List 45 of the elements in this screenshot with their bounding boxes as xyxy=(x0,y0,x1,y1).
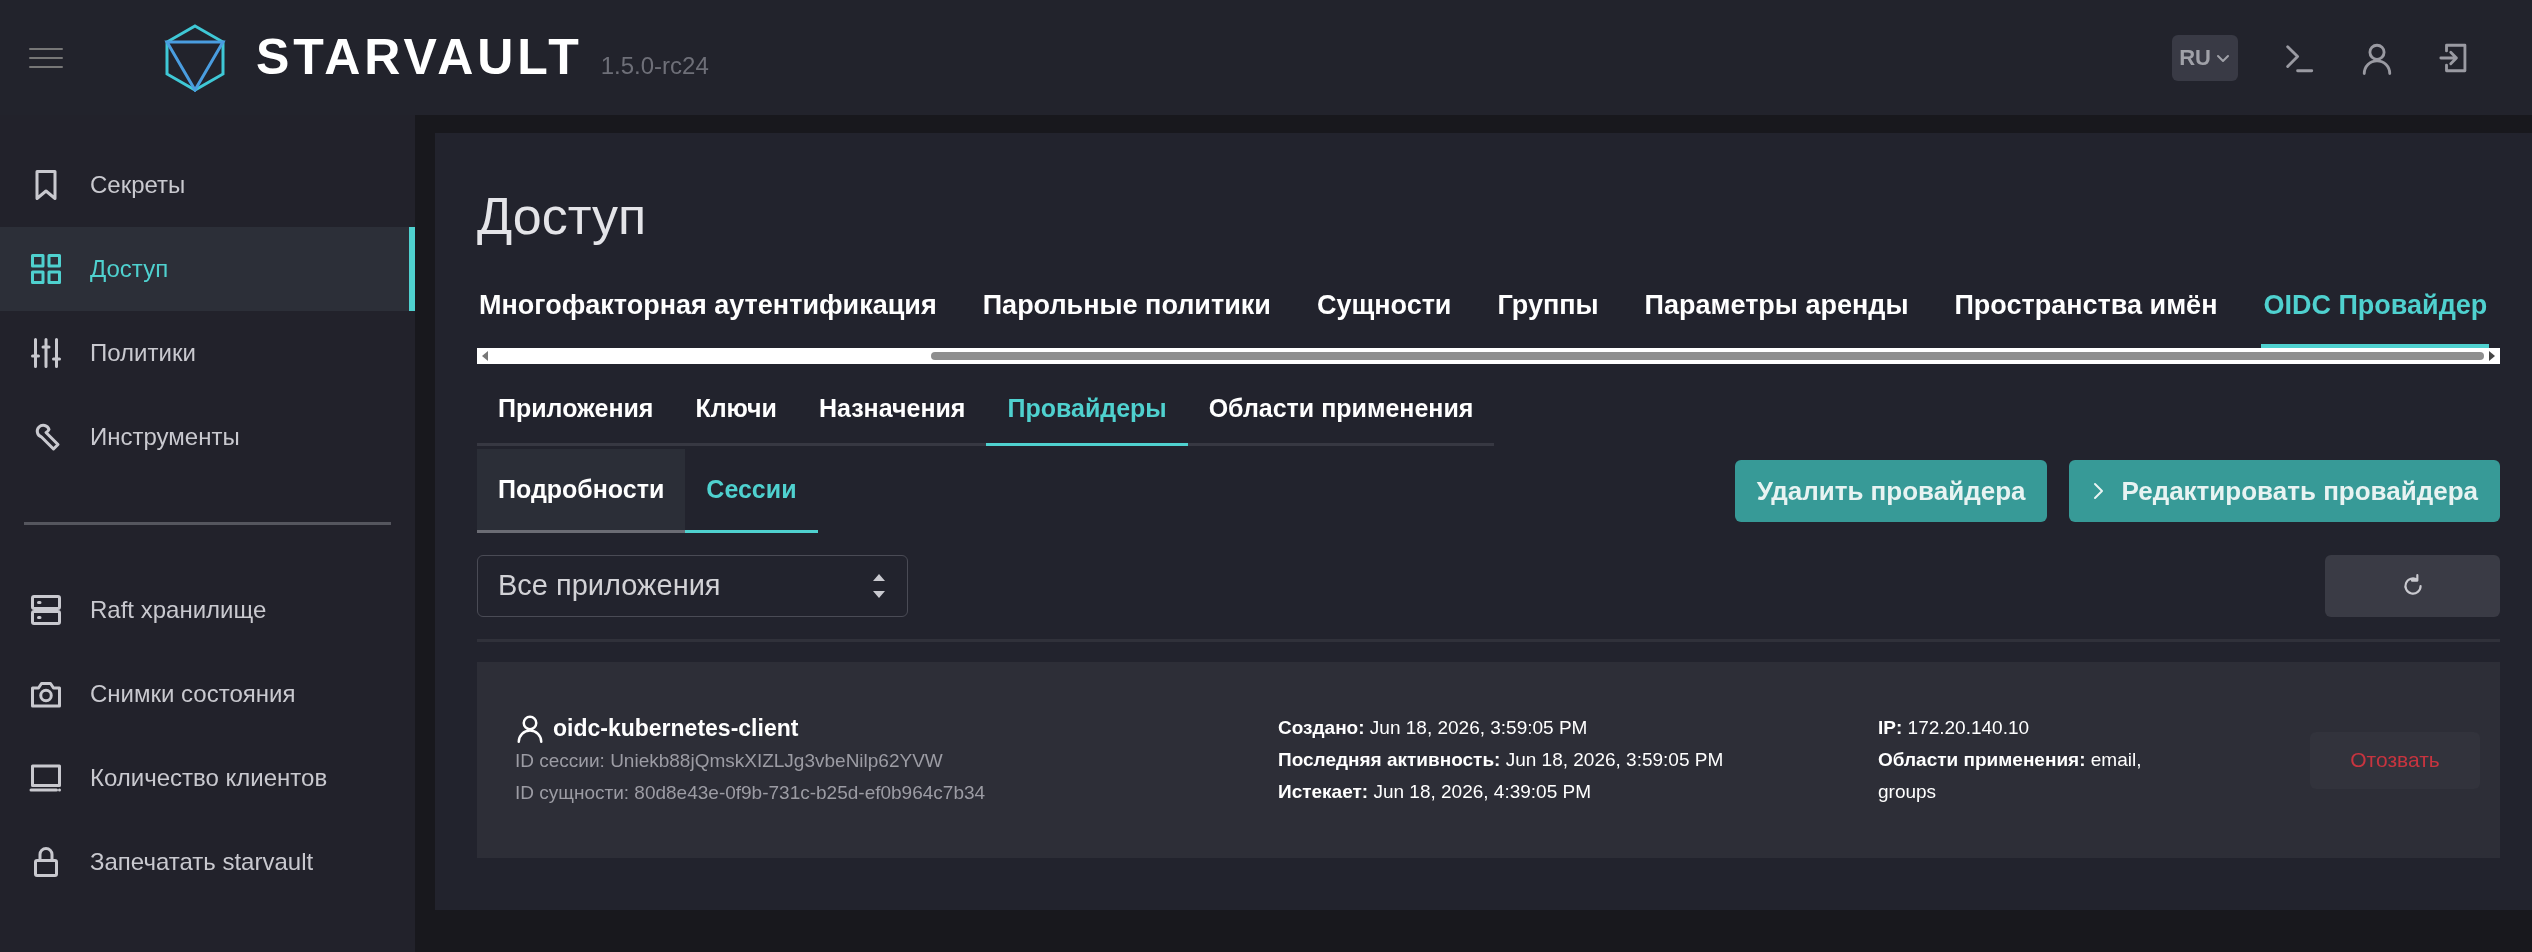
brand-name: STARVAULT xyxy=(256,28,583,87)
session-time: Последняя активность: Jun 18, 2026, 3:59:05 PM xyxy=(1278,748,1725,772)
session-detail: IP: 172.20.140.10 xyxy=(1878,716,2031,740)
sliders-icon xyxy=(28,335,64,371)
language-selector[interactable]: RU xyxy=(2172,34,2238,81)
logo-icon xyxy=(164,23,226,92)
subtab[interactable]: Области применения xyxy=(1187,389,1495,446)
user-icon xyxy=(515,713,545,743)
subtab[interactable]: Ключи xyxy=(674,389,798,446)
sidebar-item[interactable]: Политики xyxy=(0,311,415,395)
page-title: Доступ xyxy=(477,186,648,247)
scroll-right-icon[interactable] xyxy=(2488,350,2496,361)
server-icon xyxy=(28,592,64,628)
sidebar-item[interactable]: Raft хранилище xyxy=(0,568,415,652)
view-tab[interactable]: Подробности xyxy=(477,449,686,533)
client-name: oidc-kubernetes-client xyxy=(553,713,799,743)
tab[interactable]: Многофакторная аутентификация xyxy=(477,285,939,348)
tab[interactable]: Пространства имён xyxy=(1952,285,2220,348)
tab[interactable]: Параметры аренды xyxy=(1642,285,1911,348)
chevron-right-icon xyxy=(2091,481,2106,501)
sidebar-item[interactable]: Количество клиентов xyxy=(0,736,415,820)
tab[interactable]: Сущности xyxy=(1314,285,1454,348)
sidebar-item[interactable]: Инструменты xyxy=(0,395,415,479)
grid-icon xyxy=(28,251,64,287)
tab[interactable]: Парольные политики xyxy=(980,285,1273,348)
application-select[interactable]: Все приложения xyxy=(477,555,908,617)
menu-icon[interactable] xyxy=(28,45,64,70)
tab[interactable]: Группы xyxy=(1495,285,1601,348)
view-tab[interactable]: Сессии xyxy=(685,449,818,533)
subtab[interactable]: Назначения xyxy=(797,389,987,446)
subtab[interactable]: Приложения xyxy=(477,389,675,446)
subtab[interactable]: Провайдеры xyxy=(986,389,1188,446)
version-label: 1.5.0-rc24 xyxy=(600,50,709,81)
scroll-left-icon[interactable] xyxy=(481,350,489,361)
scrollbar-thumb[interactable] xyxy=(931,351,2484,360)
sidebar-item[interactable]: Секреты xyxy=(0,143,415,227)
session-id: ID сессии: Uniekb88jQmskXIZLJg3vbeNilp62YVW xyxy=(515,749,944,774)
sidebar-item[interactable]: Запечатать starvault xyxy=(0,820,415,904)
session-time: Истекает: Jun 18, 2026, 4:39:05 PM xyxy=(1278,780,1592,804)
entity-id: ID сущности: 80d8e43e-0f9b-731c-b25d-ef0b964c7b34 xyxy=(515,781,987,806)
sidebar-item[interactable]: Снимки состояния xyxy=(0,652,415,736)
sidebar-item[interactable]: Доступ xyxy=(0,227,415,311)
session-detail: Области применения: email, groups xyxy=(1878,748,2143,804)
session-time: Создано: Jun 18, 2026, 3:59:05 PM xyxy=(1278,716,1589,740)
scrollbar[interactable] xyxy=(477,347,2500,364)
